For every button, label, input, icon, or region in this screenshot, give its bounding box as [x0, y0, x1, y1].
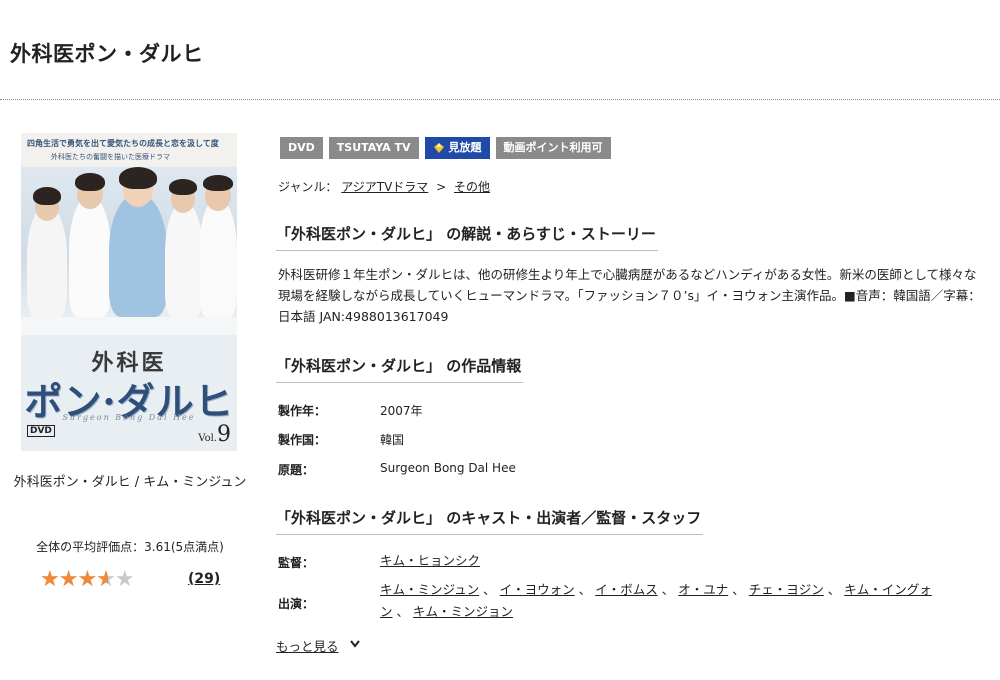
- cast-label: 出演：: [278, 597, 315, 611]
- director-list: キム・ヒョンシク: [380, 550, 980, 572]
- show-more-link[interactable]: もっと見る: [276, 636, 339, 655]
- dvd-cover-image[interactable]: 四角生活で勇気を出て愛気たちの成長と恋を汲して度 外科医たちの奮闘を描いた医療ド…: [21, 133, 237, 451]
- cast-list: キム・ミンジュン、イ・ヨウォン、イ・ボムス、オ・ユナ、チェ・ヨジン、キム・イング…: [380, 579, 980, 623]
- cast-link[interactable]: イ・ヨウォン: [500, 582, 575, 597]
- cast-comma: 、: [661, 582, 675, 597]
- genre-separator: >: [436, 180, 447, 194]
- badge-video-points: 動画ポイント利用可: [495, 137, 611, 159]
- cast-comma: 、: [396, 604, 410, 619]
- cover-volume-prefix: Vol.: [198, 433, 217, 444]
- work-info-heading: 「外科医ポン・ダルヒ」 の作品情報: [276, 355, 524, 383]
- badge-tsutaya-tv: TSUTAYA TV: [328, 137, 419, 159]
- cast-link[interactable]: キム・ミンジョン: [413, 604, 513, 619]
- genre-prefix: ジャンル：: [278, 180, 338, 194]
- info-label-original-title: 原題：: [278, 463, 315, 477]
- cover-tagline-strip: 四角生活で勇気を出て愛気たちの成長と恋を汲して度 外科医たちの奮闘を描いた医療ド…: [21, 133, 237, 167]
- diamond-icon: [433, 143, 444, 153]
- genre-link-asian-tv[interactable]: アジアTVドラマ: [341, 180, 428, 194]
- cover-caption: 外科医ポン・ダルヒ / キム・ミンジュン: [13, 475, 247, 490]
- cast-link[interactable]: キム・イングォ: [844, 582, 932, 597]
- director-label: 監督：: [278, 556, 315, 570]
- average-rating-label: 全体の平均評価点：3.61(5点満点): [36, 540, 224, 554]
- genre-breadcrumb: ジャンル： アジアTVドラマ > その他: [278, 178, 490, 195]
- info-label-year: 製作年：: [278, 404, 327, 418]
- director-link[interactable]: キム・ヒョンシク: [380, 553, 480, 568]
- star-rating-filled: ★★★★★: [40, 567, 108, 592]
- badge-unlimited-label: 見放題: [448, 141, 482, 154]
- cast-comma: 、: [483, 582, 496, 597]
- cover-photo: [21, 167, 237, 317]
- info-value-country: 韓国: [380, 433, 405, 447]
- synopsis-text: 外科医研修１年生ポン・ダルヒは、他の研修生より年上で心臓病歴があるなどハンディが…: [278, 267, 981, 324]
- cover-volume: Vol.9: [198, 422, 231, 447]
- badge-dvd: DVD: [280, 137, 323, 159]
- cast-comma: 、: [578, 582, 592, 597]
- cast-link[interactable]: キム・ミンジュン: [380, 582, 479, 597]
- cast-link[interactable]: オ・ユナ: [678, 582, 728, 597]
- cast-comma: 、: [827, 582, 841, 597]
- cast-link-wrap[interactable]: ン: [380, 604, 393, 619]
- review-count-link[interactable]: (29): [188, 571, 220, 587]
- cover-name-strip: [21, 317, 237, 335]
- badge-unlimited: 見放題: [424, 137, 490, 159]
- cast-link[interactable]: チェ・ヨジン: [749, 582, 824, 597]
- synopsis-heading: 「外科医ポン・ダルヒ」 の解説・あらすじ・ストーリー: [276, 223, 658, 251]
- info-value-original-title: Surgeon Bong Dal Hee: [380, 461, 516, 475]
- cover-tagline-secondary: 外科医たちの奮闘を描いた医療ドラマ: [51, 153, 170, 161]
- cast-link[interactable]: イ・ボムス: [595, 582, 658, 597]
- title-divider: [0, 99, 1000, 100]
- cover-tagline: 四角生活で勇気を出て愛気たちの成長と恋を汲して度: [27, 139, 219, 148]
- cast-comma: 、: [732, 582, 745, 597]
- chevron-down-icon[interactable]: [348, 638, 362, 650]
- genre-link-other[interactable]: その他: [454, 180, 490, 194]
- info-value-year: 2007年: [380, 404, 423, 418]
- rating-row: ★★★★★ ★★★★★ (29): [40, 567, 230, 593]
- info-label-country: 製作国：: [278, 433, 327, 447]
- cover-english-title: Surgeon Bong Dal Hee: [62, 413, 196, 422]
- cast-staff-heading: 「外科医ポン・ダルヒ」 のキャスト・出演者／監督・スタッフ: [276, 507, 704, 535]
- star-rating: ★★★★★ ★★★★★: [40, 567, 135, 592]
- cover-dvd-logo: DVD: [27, 425, 55, 437]
- cover-volume-number: 9: [217, 422, 231, 447]
- page-title: 外科医ポン・ダルヒ: [10, 42, 204, 66]
- badge-row: DVD TSUTAYA TV 見放題 動画ポイント利用可: [280, 137, 611, 159]
